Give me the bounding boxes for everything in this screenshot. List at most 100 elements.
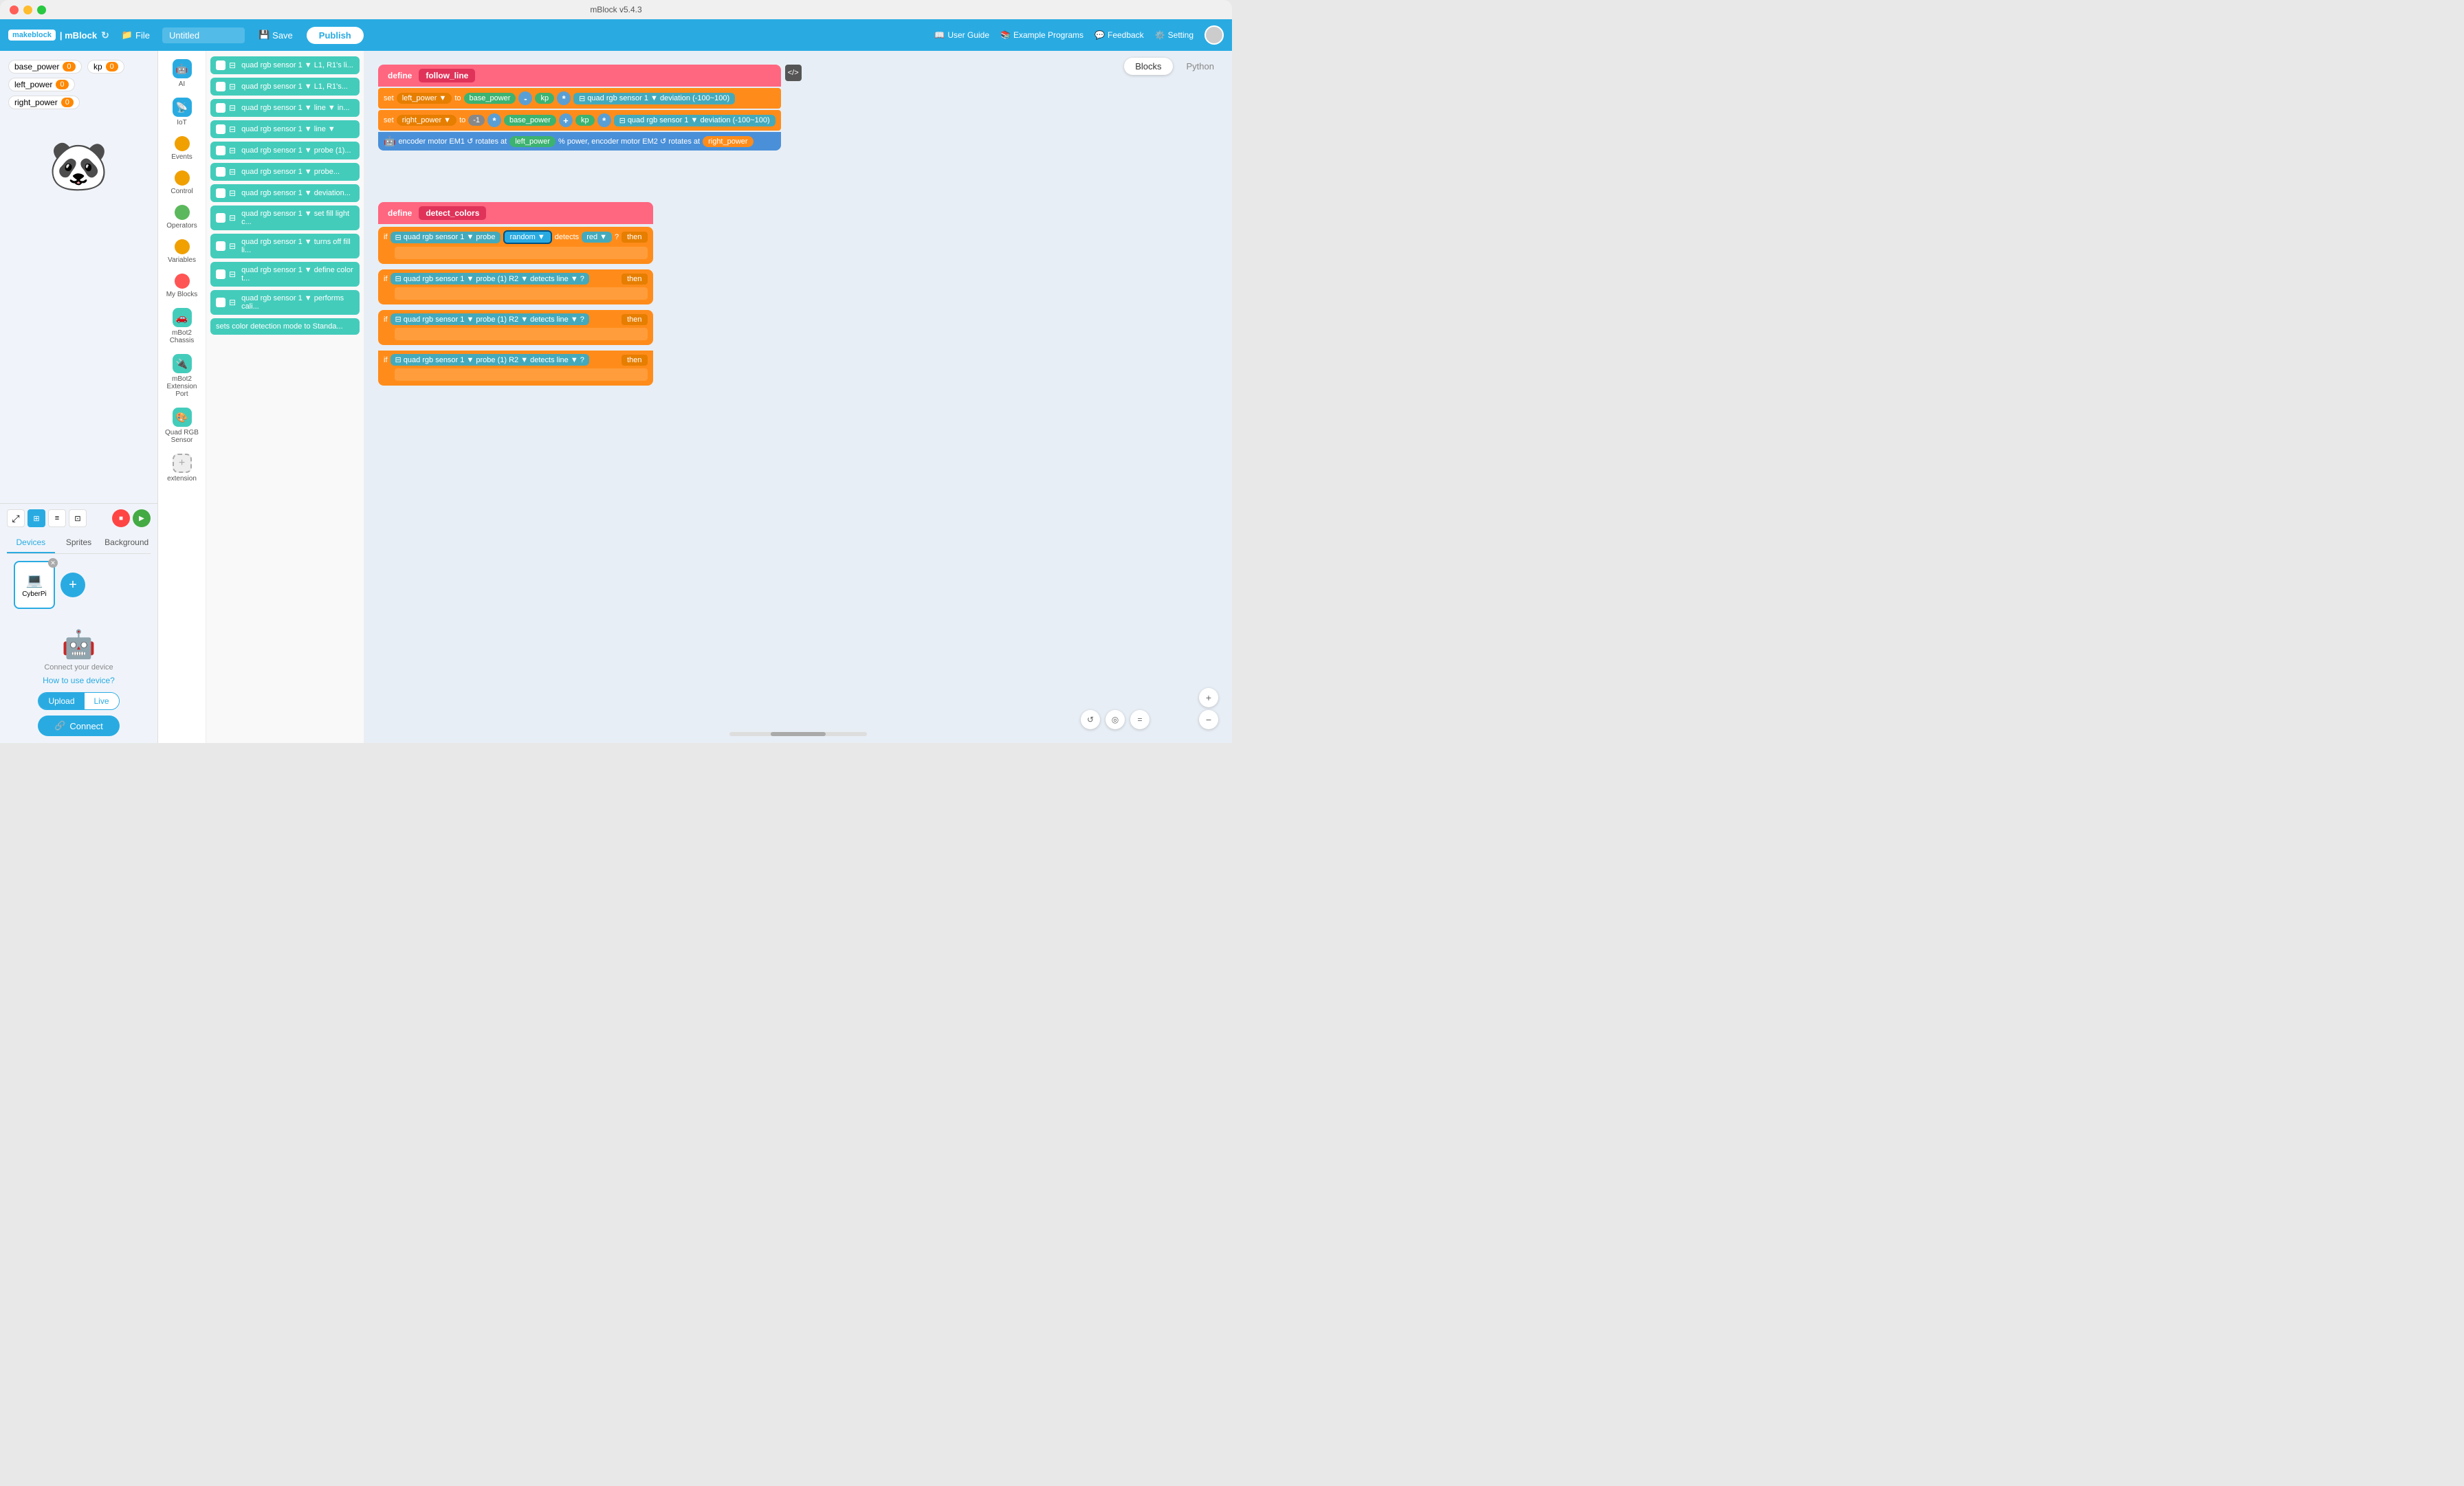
define-follow-line-header[interactable]: define follow_line [378,65,781,87]
tab-sprites[interactable]: Sprites [55,533,103,553]
block-checkbox[interactable] [216,60,226,70]
example-programs-link[interactable]: 📚 Example Programs [1000,30,1084,40]
variable-badge-base-power[interactable]: base_power 0 [8,60,82,74]
block-label: quad rgb sensor 1 ▼ deviation... [241,189,351,197]
project-title-input[interactable] [162,27,245,43]
refresh-icon[interactable]: ↻ [101,30,109,41]
category-mbot2-ext-port[interactable]: 🔌 mBot2 Extension Port [161,350,204,402]
category-my-blocks[interactable]: My Blocks [161,269,204,302]
block-checkbox[interactable] [216,241,226,251]
tab-background[interactable]: Background [102,533,151,553]
publish-button[interactable]: Publish [307,27,364,44]
red-dropdown[interactable]: red ▼ [582,232,612,243]
maximize-button[interactable] [37,5,46,14]
block-checkbox[interactable] [216,82,226,91]
close-button[interactable] [10,5,19,14]
category-control[interactable]: Control [161,166,204,199]
block-checkbox[interactable] [216,269,226,279]
block-checkbox[interactable] [216,298,226,307]
stop-button[interactable]: ■ [112,509,130,527]
upload-mode-button[interactable]: Upload [38,693,84,709]
sensor-block-1: ⊟ quad rgb sensor 1 ▼ deviation (-100~10… [573,93,735,104]
variable-badge-kp[interactable]: kp 0 [87,60,124,74]
list-item[interactable]: ⊟ quad rgb sensor 1 ▼ performs cali... [210,290,360,315]
tab-python[interactable]: Python [1176,58,1225,75]
scrollbar-thumb[interactable] [771,732,826,736]
category-ai[interactable]: 🤖 AI [161,55,204,92]
random-dropdown[interactable]: random ▼ [503,230,552,244]
user-guide-link[interactable]: 📖 User Guide [934,30,989,40]
list-item[interactable]: ⊟ quad rgb sensor 1 ▼ probe... [210,163,360,181]
if-block-2[interactable]: if ⊟ quad rgb sensor 1 ▼ probe (1) R2 ▼ … [378,269,653,304]
live-mode-button[interactable]: Live [85,693,119,709]
block-label: quad rgb sensor 1 ▼ L1, R1's li... [241,61,353,69]
right-power-var[interactable]: right_power ▼ [397,115,456,126]
set-right-power-block[interactable]: set right_power ▼ to -1 * base_power + k… [378,110,781,131]
list-item[interactable]: ⊟ quad rgb sensor 1 ▼ L1, R1's... [210,78,360,96]
list-view-button[interactable]: ≡ [48,509,66,527]
device-card-cyberpi[interactable]: ✕ 💻 CyberPi [14,561,55,609]
block-checkbox[interactable] [216,188,226,198]
category-mbot2-chassis[interactable]: 🚗 mBot2 Chassis [161,304,204,348]
reset-view-button[interactable]: ↺ [1081,710,1100,729]
file-menu[interactable]: 📁 File [116,27,155,43]
device-close-button[interactable]: ✕ [48,558,58,568]
sensor-icon: ⊟ [229,60,236,70]
define-detect-colors-header[interactable]: define detect_colors [378,202,653,224]
if-block-4[interactable]: if ⊟ quad rgb sensor 1 ▼ probe (1) R2 ▼ … [378,351,653,386]
if-block-1[interactable]: if ⊟ quad rgb sensor 1 ▼ probe random ▼ … [378,227,653,264]
add-device-button[interactable]: + [60,573,85,597]
block-checkbox[interactable] [216,213,226,223]
tab-devices[interactable]: Devices [7,533,55,553]
block-checkbox[interactable] [216,167,226,177]
if-block-3[interactable]: if ⊟ quad rgb sensor 1 ▼ probe (1) R2 ▼ … [378,310,653,345]
go-button[interactable]: ▶ [133,509,151,527]
how-to-use-link[interactable]: How to use device? [43,676,115,685]
category-quad-rgb[interactable]: 🎨 Quad RGB Sensor [161,403,204,448]
category-variables[interactable]: Variables [161,235,204,268]
variable-badge-left-power[interactable]: left_power 0 [8,78,75,91]
list-item[interactable]: ⊟ quad rgb sensor 1 ▼ line ▼ in... [210,99,360,117]
canvas[interactable]: Blocks Python define follow_line set lef… [364,51,1232,743]
minimize-button[interactable] [23,5,32,14]
define-keyword: define [388,71,412,80]
list-item[interactable]: ⊟ quad rgb sensor 1 ▼ turns off fill li.… [210,234,360,258]
block-checkbox[interactable] [216,103,226,113]
variable-badge-right-power[interactable]: right_power 0 [8,96,80,109]
list-item[interactable]: sets color detection mode to Standa... [210,318,360,335]
motor-block[interactable]: 🤖 encoder motor EM1 ↺ rotates at left_po… [378,132,781,151]
expand-view-button[interactable]: ⤢ [7,509,25,527]
avatar[interactable] [1204,25,1224,45]
category-events[interactable]: Events [161,132,204,165]
my-blocks-dot [175,274,190,289]
block-checkbox[interactable] [216,124,226,134]
category-iot[interactable]: 📡 IoT [161,93,204,131]
zoom-in-button[interactable]: + [1199,688,1218,707]
code-toggle-button[interactable]: </> [785,65,802,81]
category-extension[interactable]: + extension [161,450,204,487]
setting-icon: ⚙️ [1155,30,1165,40]
go-icon: ▶ [139,515,144,522]
center-button[interactable]: ◎ [1106,710,1125,729]
feedback-link[interactable]: 💬 Feedback [1094,30,1144,40]
connect-main-button[interactable]: 🔗 Connect [38,716,120,736]
fit-button[interactable]: = [1130,710,1150,729]
save-button[interactable]: 💾 Save [252,27,300,43]
left-power-var[interactable]: left_power ▼ [397,93,452,104]
list-item[interactable]: ⊟ quad rgb sensor 1 ▼ probe (1)... [210,142,360,159]
detail-view-button[interactable]: ⊡ [69,509,87,527]
set-left-power-block[interactable]: set left_power ▼ to base_power - kp * ⊟ … [378,88,781,109]
list-item[interactable]: ⊟ quad rgb sensor 1 ▼ line ▼ [210,120,360,138]
horizontal-scrollbar[interactable] [729,732,867,736]
list-item[interactable]: ⊟ quad rgb sensor 1 ▼ L1, R1's li... [210,56,360,74]
if-body-2 [395,287,648,300]
grid-view-button[interactable]: ⊞ [28,509,45,527]
tab-blocks[interactable]: Blocks [1124,58,1172,75]
zoom-out-button[interactable]: − [1199,710,1218,729]
list-item[interactable]: ⊟ quad rgb sensor 1 ▼ deviation... [210,184,360,202]
category-operators[interactable]: Operators [161,201,204,234]
setting-link[interactable]: ⚙️ Setting [1155,30,1194,40]
list-item[interactable]: ⊟ quad rgb sensor 1 ▼ define color t... [210,262,360,287]
block-checkbox[interactable] [216,146,226,155]
list-item[interactable]: ⊟ quad rgb sensor 1 ▼ set fill light c..… [210,206,360,230]
